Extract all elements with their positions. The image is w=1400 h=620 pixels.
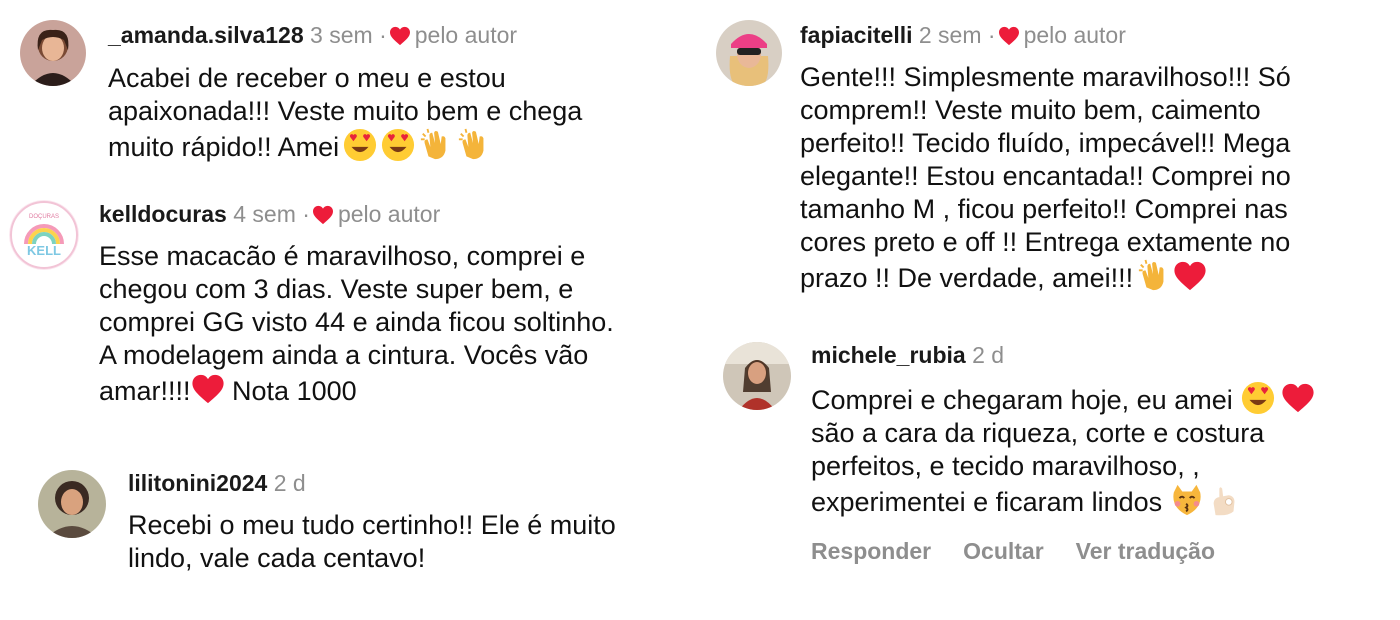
svg-text:KELL: KELL [27, 243, 61, 258]
ok-hand-icon [1208, 483, 1242, 517]
comment-text: Recebi o meu tudo certinho!! Ele é muito… [128, 510, 616, 573]
avatar-badge-text: DOÇURAS [29, 214, 59, 220]
separator: · [302, 201, 310, 227]
liked-by-author-label: pelo autor [414, 22, 518, 48]
heart-icon [389, 26, 411, 46]
comment-text: Esse macacão é maravilhoso, comprei e ch… [99, 240, 699, 408]
kissing-cat-icon [1170, 483, 1204, 517]
red-heart-icon [1173, 259, 1207, 293]
comment-text: Comprei e chegaram hoje, eu amei são a c… [811, 381, 1396, 519]
username[interactable]: fapiacitelli [800, 22, 912, 48]
timestamp: 2 sem [918, 22, 982, 48]
heart-icon [998, 26, 1020, 46]
separator: · [379, 22, 387, 48]
separator: · [987, 22, 996, 48]
clap-icon [419, 128, 453, 162]
red-heart-icon [191, 372, 225, 406]
comment-actions: Responder Ocultar Ver tradução [811, 538, 1247, 565]
username[interactable]: kelldocuras [99, 201, 227, 227]
comment-meta: michele_rubia 2 d [811, 341, 1396, 369]
comment-text: Gente!!! Simplesmente maravilhoso!!! Só … [800, 61, 1390, 295]
username[interactable]: lilitonini2024 [128, 470, 267, 496]
comment-meta: fapiacitelli 2 sem · pelo autor [800, 21, 1390, 49]
comment-text-content: Gente!!! Simplesmente maravilhoso!!! Só … [800, 62, 1291, 293]
comment-text: Acabei de receber o meu e estou apaixona… [108, 62, 698, 164]
clap-icon [457, 128, 491, 162]
heart-eyes-icon [343, 128, 377, 162]
timestamp: 4 sem [233, 201, 296, 227]
avatar[interactable]: KELL DOÇURAS [9, 200, 79, 270]
avatar[interactable] [38, 470, 106, 538]
username[interactable]: michele_rubia [811, 342, 966, 368]
hide-button[interactable]: Ocultar [963, 538, 1044, 564]
timestamp: 2 d [273, 470, 306, 496]
comment-meta: lilitonini2024 2 d [128, 469, 708, 497]
comment-text-tail: Nota 1000 [224, 376, 357, 406]
liked-by-author-label: pelo autor [1023, 22, 1126, 48]
liked-by-author-label: pelo autor [337, 201, 441, 227]
heart-icon [312, 205, 334, 225]
heart-eyes-icon [381, 128, 415, 162]
comment-meta: kelldocuras 4 sem · pelo autor [99, 200, 699, 228]
see-translation-button[interactable]: Ver tradução [1076, 538, 1215, 564]
timestamp: 2 d [972, 342, 1005, 368]
avatar[interactable] [723, 342, 791, 410]
heart-eyes-icon [1241, 381, 1275, 415]
username[interactable]: _amanda.silva128 [108, 22, 304, 48]
avatar[interactable] [716, 20, 782, 86]
avatar[interactable] [20, 20, 86, 86]
red-heart-icon [1281, 381, 1315, 415]
comment-meta: _amanda.silva128 3 sem · pelo autor [108, 21, 698, 49]
comment-text-line1: Comprei e chegaram hoje, eu amei [811, 385, 1233, 415]
reply-button[interactable]: Responder [811, 538, 931, 564]
clap-icon [1137, 259, 1171, 293]
timestamp: 3 sem [310, 22, 373, 48]
